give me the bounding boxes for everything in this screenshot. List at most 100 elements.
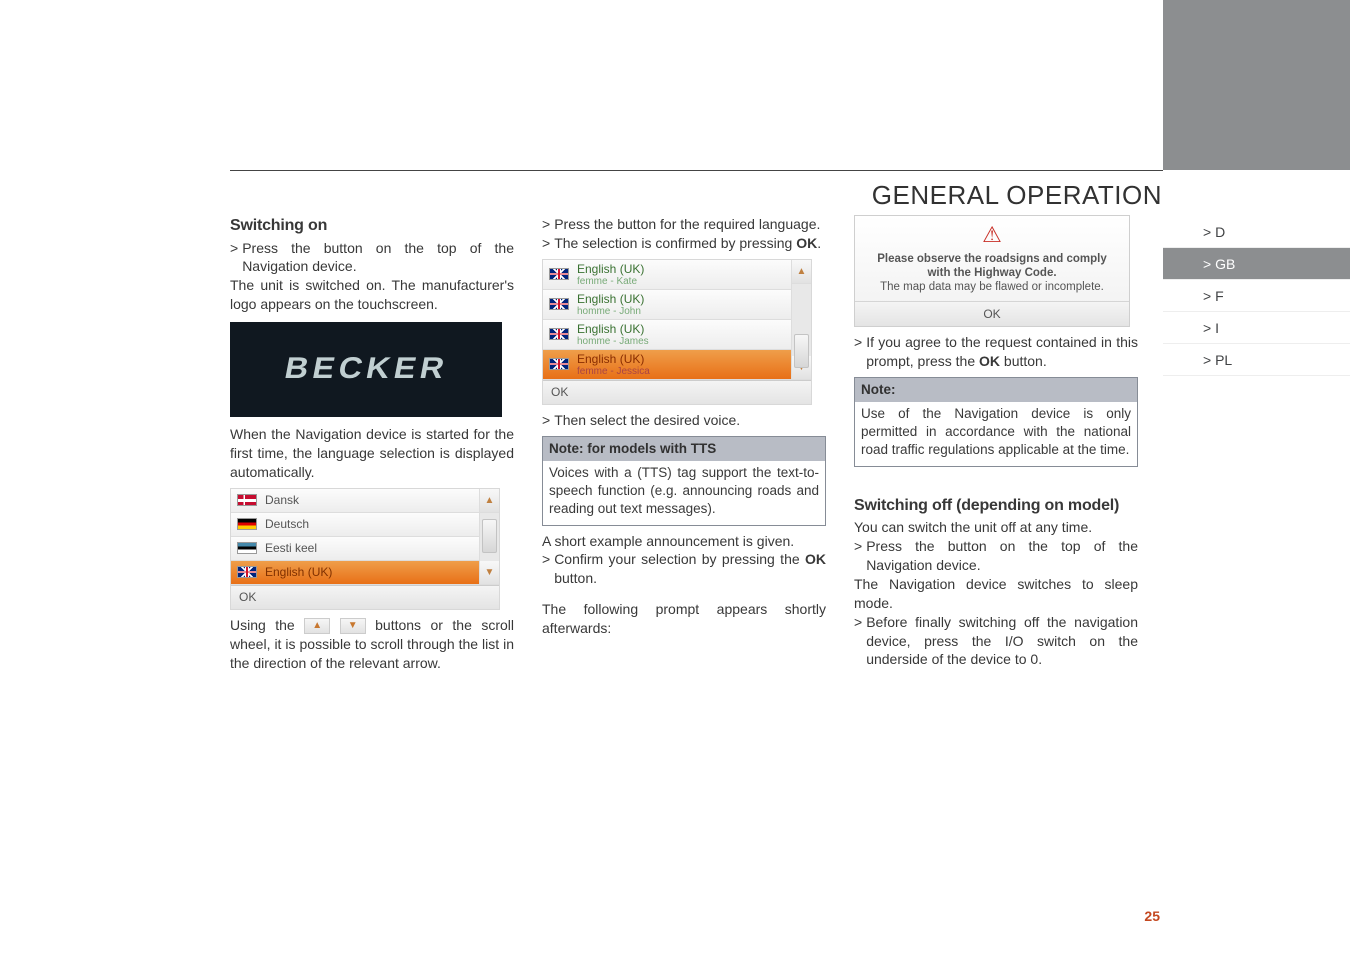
lang-label: Deutsch (265, 516, 309, 532)
sleep-mode: The Navigation device switches to sleep … (854, 575, 1138, 613)
step-agree-press-ok: > If you agree to the request contained … (854, 333, 1138, 371)
becker-wordmark: BECKER (281, 349, 451, 390)
content-columns: Switching on > Press the button on the t… (230, 215, 1138, 673)
scroll-instruction: Using the ▲ ▼ buttons or the scroll whee… (230, 616, 514, 673)
list-item[interactable]: English (UK) femme - Kate (543, 260, 791, 290)
nav-pl[interactable]: > PL (1163, 344, 1350, 376)
text-part: Using the (230, 617, 304, 633)
prompt-ok-button[interactable]: OK (855, 301, 1129, 326)
step-text: Then select the desired voice. (554, 411, 826, 430)
scrollbar-track[interactable] (791, 284, 811, 356)
bullet-gt: > (542, 411, 554, 430)
note-heading: Note: for models with TTS (543, 437, 825, 461)
text-part: button. (554, 570, 597, 586)
step-text: Press the button for the required langua… (554, 215, 826, 234)
step-confirm-ok: > The selection is confirmed by pressing… (542, 234, 826, 253)
prompt-appears: The following prompt appears shortly aft… (542, 600, 826, 638)
bullet-gt: > (542, 215, 554, 234)
list-item-selected[interactable]: English (UK) (231, 561, 479, 585)
scrollbar-track[interactable] (479, 513, 499, 561)
safety-prompt: ⚠ Please observe the roadsigns and compl… (854, 215, 1130, 327)
flag-uk-icon (549, 358, 569, 370)
scroll-up-button[interactable]: ▲ (479, 489, 499, 513)
voice-sub: femme - Jessica (577, 367, 650, 377)
note-tts: Note: for models with TTS Voices with a … (542, 436, 826, 526)
scrollbar-thumb[interactable] (482, 519, 497, 553)
voice-main: English (UK) (577, 292, 644, 306)
manufacturer-logo: BECKER (230, 322, 502, 417)
nav-i[interactable]: > I (1163, 312, 1350, 344)
nav-gb[interactable]: > GB (1163, 248, 1350, 280)
header-rule (230, 170, 1163, 171)
bullet-gt: > (230, 239, 242, 277)
bullet-gt: > (542, 234, 554, 253)
flag-uk-icon (549, 328, 569, 340)
step-text: Press the button on the top of the Navig… (866, 537, 1138, 575)
text-part: The selection is confirmed by pressing (554, 235, 796, 251)
switch-off-anytime: You can switch the unit off at any time. (854, 518, 1138, 537)
voice-sub: femme - Kate (577, 277, 644, 287)
language-list: Dansk Deutsch Eesti keel English (UK) (230, 488, 500, 610)
step-text: Confirm your selection by pressing the O… (554, 550, 826, 588)
flag-ee-icon (237, 542, 257, 554)
side-nav: > D > GB > F > I > PL (1163, 216, 1350, 376)
flag-uk-icon (549, 298, 569, 310)
chevron-icon: >>> (1200, 180, 1229, 203)
note-heading: Note: (855, 378, 1137, 402)
list-item-selected[interactable]: English (UK) femme - Jessica (543, 350, 791, 380)
page-number: 25 (1144, 908, 1160, 924)
note-body: Voices with a (TTS) tag support the text… (543, 461, 825, 525)
voice-sub: homme - James (577, 337, 649, 347)
bullet-gt: > (854, 613, 866, 670)
list-item[interactable]: English (UK) homme - James (543, 320, 791, 350)
lang-label: Eesti keel (265, 540, 317, 556)
ok-button[interactable]: OK (231, 585, 499, 609)
voice-sub: homme - John (577, 307, 644, 317)
note-body: Use of the Navigation device is only per… (855, 402, 1137, 466)
step-confirm-selection: > Confirm your selection by pressing the… (542, 550, 826, 588)
step-text: Press the button on the top of the Navig… (242, 239, 514, 277)
step-press-top-button-off: > Press the button on the top of the Nav… (854, 537, 1138, 575)
nav-f[interactable]: > F (1163, 280, 1350, 312)
text-part: . (817, 235, 821, 251)
logo-paragraph: The unit is switched on. The manufacture… (230, 276, 514, 314)
prompt-line2: The map data may be flawed or incomplete… (880, 281, 1104, 293)
heading-switching-off: Switching off (depending on model) (854, 495, 1138, 517)
text-part: button. (1000, 353, 1047, 369)
heading-switching-on: Switching on (230, 215, 514, 237)
ok-button[interactable]: OK (543, 380, 811, 404)
example-announcement: A short example announcement is given. (542, 532, 826, 551)
prompt-line1: Please observe the roadsigns and comply … (877, 253, 1106, 279)
voice-main: English (UK) (577, 322, 644, 336)
list-item[interactable]: Deutsch (231, 513, 479, 537)
list-item[interactable]: Eesti keel (231, 537, 479, 561)
bullet-gt: > (542, 550, 554, 588)
voice-main: English (UK) (577, 262, 644, 276)
ok-bold: OK (805, 551, 826, 567)
arrow-up-icon: ▲ (304, 618, 330, 634)
scrollbar-thumb[interactable] (794, 334, 809, 368)
column-1: Switching on > Press the button on the t… (230, 215, 514, 673)
list-item[interactable]: English (UK) homme - John (543, 290, 791, 320)
ok-bold: OK (796, 235, 817, 251)
step-text: If you agree to the request contained in… (866, 333, 1138, 371)
nav-d[interactable]: > D (1163, 216, 1350, 248)
step-io-switch: > Before finally switching off the navig… (854, 613, 1138, 670)
text-part: Confirm your selection by pressing the (554, 551, 805, 567)
scroll-down-button[interactable]: ▼ (479, 561, 499, 585)
voice-list: English (UK) femme - Kate English (UK) h… (542, 259, 812, 405)
note-usage: Note: Use of the Navigation device is on… (854, 377, 1138, 467)
flag-uk-icon (549, 268, 569, 280)
scroll-up-button[interactable]: ▲ (791, 260, 811, 284)
flag-dk-icon (237, 494, 257, 506)
section-title: GENERAL OPERATION (872, 180, 1162, 211)
lang-label: English (UK) (265, 564, 332, 580)
step-select-voice: > Then select the desired voice. (542, 411, 826, 430)
column-3: ⚠ Please observe the roadsigns and compl… (854, 215, 1138, 673)
column-2: > Press the button for the required lang… (542, 215, 826, 673)
step-text: The selection is confirmed by pressing O… (554, 234, 826, 253)
bullet-gt: > (854, 537, 866, 575)
step-press-language: > Press the button for the required lang… (542, 215, 826, 234)
step-text: Before finally switching off the navigat… (866, 613, 1138, 670)
list-item[interactable]: Dansk (231, 489, 479, 513)
